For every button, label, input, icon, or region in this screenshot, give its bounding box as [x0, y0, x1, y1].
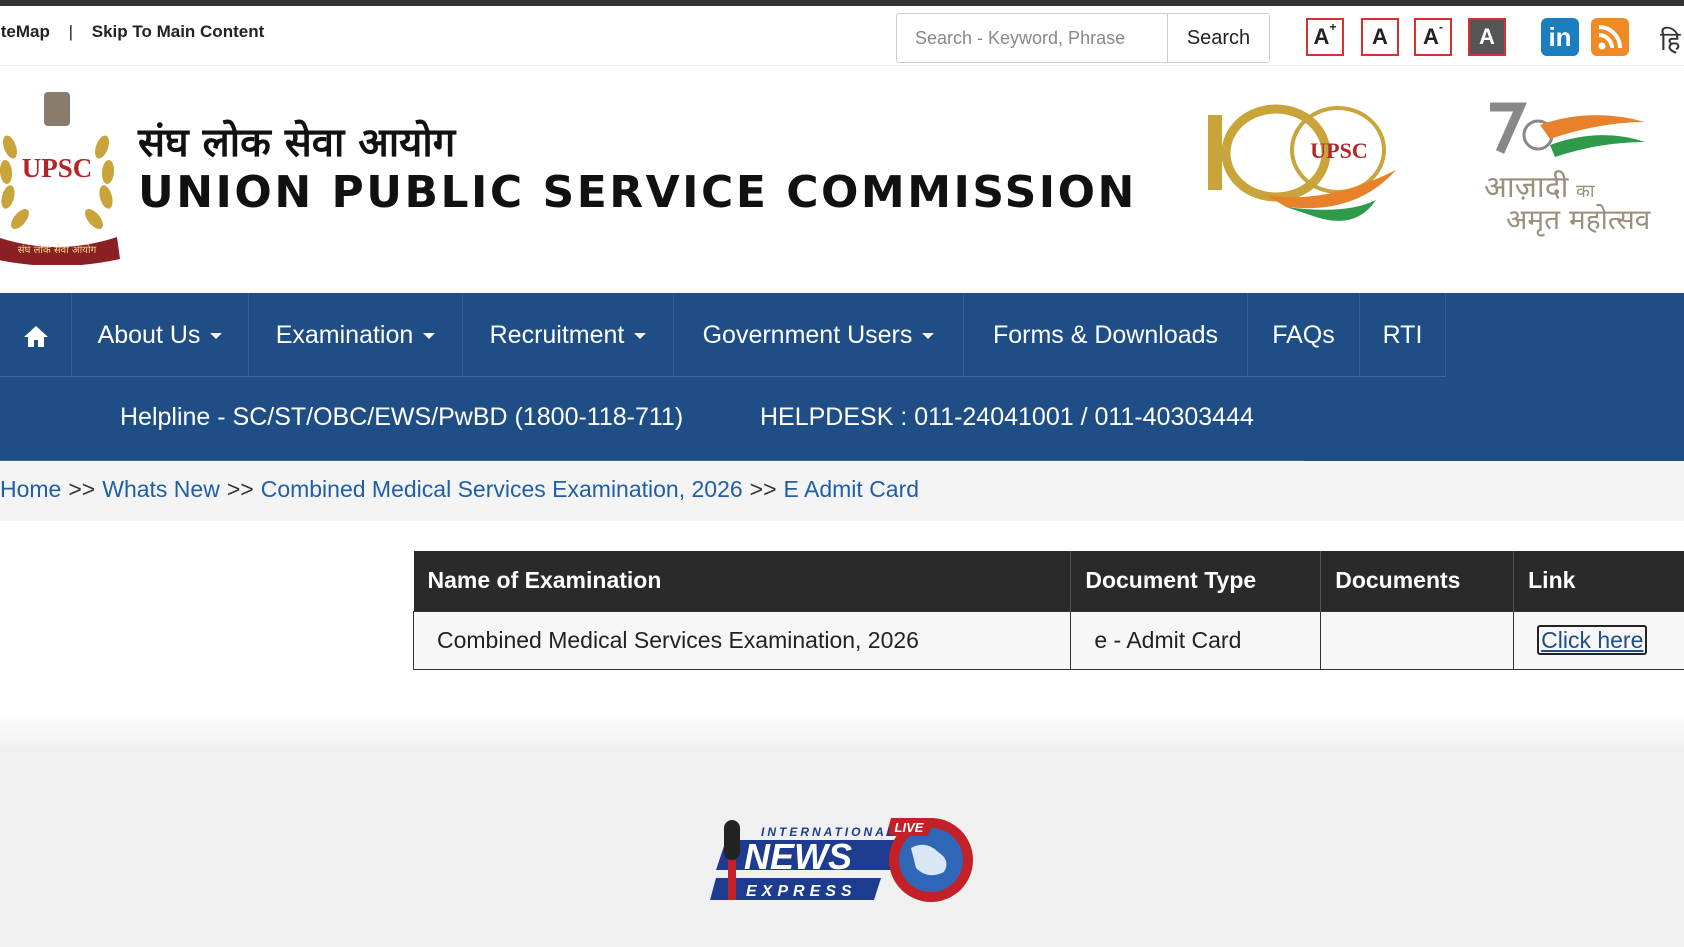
site-header: UPSC संघ लोक सेवा आयोग संघ लोक सेवा आयोग…: [0, 67, 1684, 293]
breadcrumb-separator: >>: [68, 476, 96, 502]
font-increase-label: A: [1313, 24, 1330, 49]
azadi-line2: अमृत महोत्सव: [1506, 203, 1651, 237]
emblem-ribbon-text: संघ लोक सेवा आयोग: [18, 244, 97, 256]
font-decrease-label: A: [1423, 24, 1439, 49]
documents-table: Name of Examination Document Type Docume…: [412, 551, 1684, 670]
cell-document-type: e - Admit Card: [1070, 610, 1322, 670]
cell-documents: [1320, 610, 1515, 670]
rss-glyph: [1598, 25, 1622, 50]
search-input[interactable]: [897, 14, 1167, 62]
nav-examination-label: Examination: [275, 321, 414, 349]
nav-faqs[interactable]: FAQs: [1248, 293, 1360, 377]
sitemap-link[interactable]: iteMap: [0, 22, 50, 42]
font-increase-sup: +: [1329, 20, 1337, 34]
logo-express-text: EXPRESS: [746, 883, 857, 900]
utility-bar: iteMap | Skip To Main Content Search A+ …: [0, 6, 1684, 66]
logo-news-text: NEWS: [744, 836, 852, 877]
search-button[interactable]: Search: [1167, 14, 1269, 62]
logo-live-text: LIVE: [895, 820, 924, 835]
table-header-row: Name of Examination Document Type Docume…: [413, 551, 1684, 611]
font-decrease-sup: -: [1438, 20, 1443, 34]
page: { "utility": { "sitemap": "iteMap", "sep…: [0, 0, 1684, 947]
rss-icon[interactable]: [1591, 18, 1629, 56]
caret-down-icon: [634, 333, 647, 340]
font-decrease-button[interactable]: A-: [1414, 18, 1452, 56]
utility-links: iteMap | Skip To Main Content: [0, 22, 264, 42]
linkedin-icon[interactable]: in: [1541, 18, 1579, 56]
nav-recruitment-label: Recruitment: [489, 321, 625, 349]
international-news-express-logo: LIVE INTERNATIONAL NEWS EXPRESS: [710, 818, 973, 902]
helpdesk-text: HELPDESK : 011-24041001 / 011-40303444: [760, 403, 1254, 431]
caret-down-icon: [922, 333, 935, 340]
font-increase-button[interactable]: A+: [1306, 18, 1344, 56]
site-title-hindi: संघ लोक सेवा आयोग: [138, 120, 456, 166]
site-title-english: UNION PUBLIC SERVICE COMMISSION: [138, 167, 1137, 218]
high-contrast-button[interactable]: A: [1468, 18, 1506, 56]
table-row: Combined Medical Services Examination, 2…: [412, 610, 1684, 670]
breadcrumb-home[interactable]: Home: [0, 476, 61, 502]
font-normal-button[interactable]: A: [1361, 18, 1399, 56]
nav-examination[interactable]: Examination: [249, 293, 463, 377]
logo100-text: UPSC: [1310, 138, 1367, 163]
utility-separator: |: [68, 22, 73, 41]
col-header-name: Name of Examination: [413, 551, 1072, 611]
breadcrumb: Home >> Whats New >> Combined Medical Servic…: [0, 461, 1684, 521]
home-icon: [23, 326, 48, 348]
nav-forms-downloads[interactable]: Forms & Downloads: [964, 293, 1248, 377]
azadi-ka: का: [1576, 181, 1595, 202]
nav-about-us-label: About Us: [97, 321, 201, 349]
nav-recruitment[interactable]: Recruitment: [463, 293, 674, 377]
language-toggle[interactable]: हि: [1660, 22, 1681, 58]
azadi-line1: आज़ादी: [1484, 170, 1570, 205]
upsc-emblem-logo[interactable]: UPSC संघ लोक सेवा आयोग: [0, 87, 122, 265]
skip-to-main-link[interactable]: Skip To Main Content: [92, 22, 265, 42]
helpline-bar: Helpline - SC/ST/OBC/EWS/PwBD (1800-118-…: [0, 377, 1684, 461]
cell-exam-name: Combined Medical Services Examination, 2…: [412, 610, 1072, 670]
breadcrumb-current[interactable]: E Admit Card: [784, 476, 920, 502]
col-header-link: Link: [1513, 551, 1684, 611]
documents-table-wrap: Name of Examination Document Type Docume…: [412, 551, 1684, 670]
search-box: Search: [896, 13, 1270, 63]
breadcrumb-whats-new[interactable]: Whats New: [102, 476, 220, 502]
caret-down-icon: [423, 333, 436, 340]
caret-down-icon: [210, 333, 223, 340]
breadcrumb-separator: >>: [226, 476, 254, 502]
col-header-documents: Documents: [1320, 551, 1515, 611]
main-nav: About Us Examination Recruitment Governm…: [0, 293, 1684, 377]
nav-about-us[interactable]: About Us: [72, 293, 249, 377]
col-header-type: Document Type: [1070, 551, 1322, 611]
nav-home[interactable]: [0, 293, 72, 377]
breadcrumb-exam[interactable]: Combined Medical Services Examination, 2…: [261, 476, 743, 502]
nav-government-users[interactable]: Government Users: [674, 293, 964, 377]
nav-government-users-label: Government Users: [702, 321, 913, 349]
azadi-ka-amrit-mahotsav-logo: आज़ादी का अमृत महोत्सव: [1484, 102, 1651, 237]
breadcrumb-separator: >>: [749, 476, 777, 502]
nav-rti[interactable]: RTI: [1360, 293, 1446, 377]
cell-link: Click here: [1513, 610, 1684, 670]
click-here-link[interactable]: Click here: [1537, 624, 1648, 655]
upsc-100-years-logo: UPSC: [1208, 104, 1396, 221]
helpline-text: Helpline - SC/ST/OBC/EWS/PwBD (1800-118-…: [120, 403, 684, 431]
emblem-text: UPSC: [22, 153, 93, 183]
